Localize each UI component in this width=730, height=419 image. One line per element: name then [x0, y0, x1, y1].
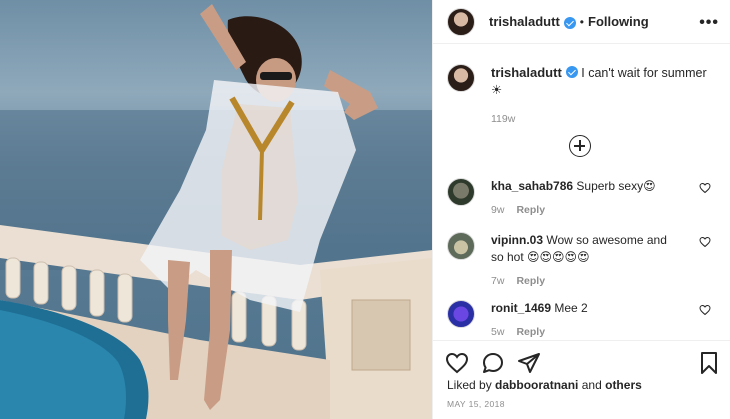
- comment-username[interactable]: ronit_1469: [491, 301, 551, 315]
- verified-badge-icon: [563, 16, 576, 29]
- comment-meta: 7w Reply: [491, 273, 681, 290]
- post-photo[interactable]: [0, 0, 432, 419]
- post-actions: Liked by dabbooratnani and others MAY 15…: [433, 340, 730, 419]
- post-date[interactable]: MAY 15, 2018: [447, 399, 505, 409]
- liked-by-and: and: [581, 378, 602, 392]
- comment-meta: 9w Reply: [491, 202, 681, 219]
- heart-icon[interactable]: [699, 182, 711, 194]
- commenter-avatar[interactable]: [447, 300, 475, 328]
- comment-text: Superb sexy😍: [576, 179, 656, 193]
- comment-body: ronit_1469 Mee 2 5w Reply: [491, 300, 681, 341]
- caption-avatar[interactable]: [447, 64, 475, 92]
- post-header: trishaladutt • Following •••: [433, 0, 730, 44]
- caption-time[interactable]: 119w: [491, 111, 721, 128]
- comment-time[interactable]: 7w: [491, 273, 504, 290]
- caption-username[interactable]: trishaladutt: [491, 65, 562, 80]
- heart-icon[interactable]: [699, 304, 711, 316]
- comment-bubble-icon[interactable]: [481, 351, 505, 375]
- paper-plane-icon[interactable]: [517, 351, 541, 375]
- comment-meta: 5w Reply: [491, 324, 681, 341]
- liked-by-others[interactable]: others: [605, 378, 642, 392]
- comment-item: ronit_1469 Mee 2 5w Reply: [447, 300, 721, 341]
- post-side-panel: trishaladutt • Following ••• trishaladut…: [432, 0, 730, 419]
- verified-badge-icon: [565, 66, 578, 78]
- liked-by-prefix: Liked by: [447, 378, 492, 392]
- heart-icon[interactable]: [699, 236, 711, 248]
- liked-by-user[interactable]: dabbooratnani: [495, 378, 578, 392]
- following-button[interactable]: Following: [588, 14, 649, 29]
- more-options-icon[interactable]: •••: [699, 14, 719, 32]
- comment-body: kha_sahab786 Superb sexy😍 9w Reply: [491, 178, 681, 219]
- reply-button[interactable]: Reply: [516, 273, 545, 290]
- commenter-avatar[interactable]: [447, 232, 475, 260]
- author-username[interactable]: trishaladutt: [489, 14, 560, 29]
- caption-body: trishaladutt I can't wait for summer ☀ 1…: [491, 64, 721, 128]
- comment-time[interactable]: 5w: [491, 324, 504, 341]
- comment-username[interactable]: vipinn.03: [491, 233, 543, 247]
- photo-illustration: [0, 4, 432, 419]
- comment-item: kha_sahab786 Superb sexy😍 9w Reply: [447, 178, 721, 219]
- liked-by-summary: Liked by dabbooratnani and others: [447, 378, 642, 392]
- comment-item: vipinn.03 Wow so awesome and so hot 😍😍😍😍…: [447, 232, 721, 290]
- author-avatar[interactable]: [447, 7, 475, 36]
- commenter-avatar[interactable]: [447, 178, 475, 206]
- comment-text: Mee 2: [554, 301, 588, 315]
- bookmark-icon[interactable]: [697, 351, 721, 375]
- plus-circle-icon[interactable]: [569, 135, 591, 157]
- comment-username[interactable]: kha_sahab786: [491, 179, 573, 193]
- post-caption: trishaladutt I can't wait for summer ☀ 1…: [447, 64, 721, 128]
- comment-body: vipinn.03 Wow so awesome and so hot 😍😍😍😍…: [491, 232, 681, 290]
- follow-separator: •: [579, 14, 584, 29]
- reply-button[interactable]: Reply: [516, 324, 545, 341]
- heart-icon[interactable]: [445, 351, 469, 375]
- reply-button[interactable]: Reply: [516, 202, 545, 219]
- comment-time[interactable]: 9w: [491, 202, 504, 219]
